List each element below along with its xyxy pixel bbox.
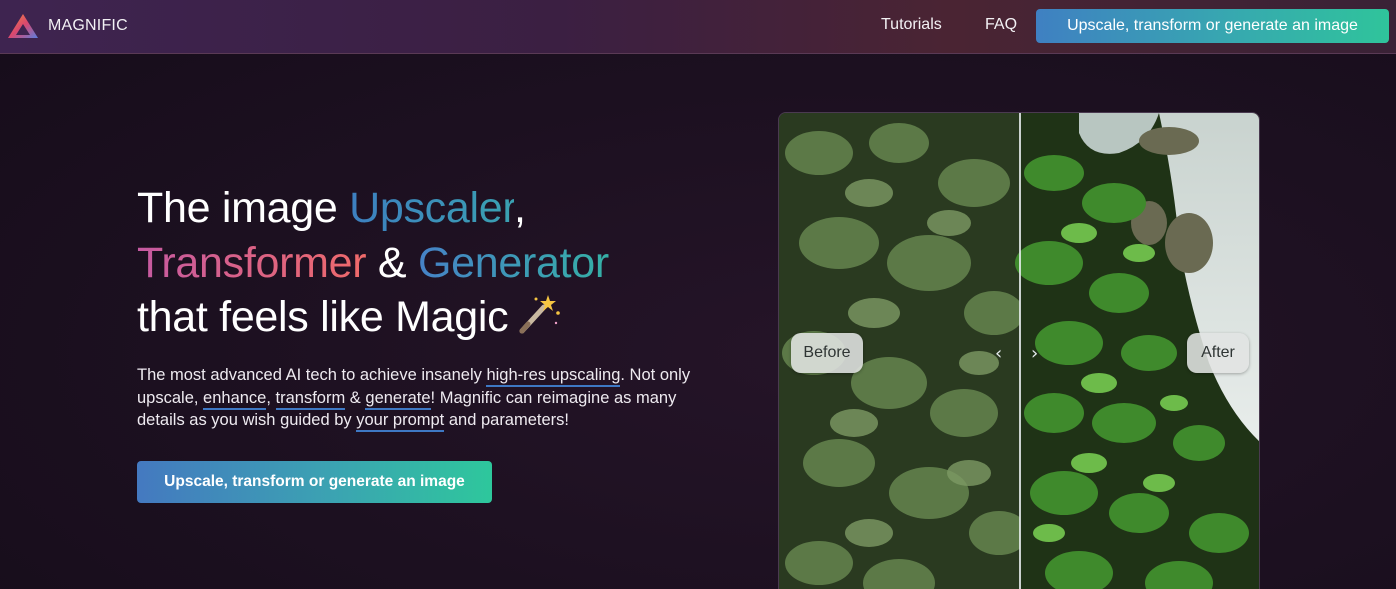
- link-transform[interactable]: transform: [275, 388, 346, 410]
- chevron-right-icon[interactable]: ›: [1031, 343, 1038, 364]
- brand-name: MAGNIFIC: [48, 17, 128, 34]
- link-generate[interactable]: generate: [365, 388, 431, 410]
- desc-text: &: [345, 388, 366, 407]
- title-text-2: ,: [514, 184, 526, 232]
- desc-text: ,: [266, 388, 276, 407]
- brand[interactable]: MAGNIFIC: [6, 12, 128, 40]
- link-enhance[interactable]: enhance: [203, 388, 267, 410]
- top-navbar: MAGNIFIC Tutorials FAQ Upscale, transfor…: [0, 0, 1396, 54]
- nav-tutorials-link[interactable]: Tutorials: [881, 16, 942, 34]
- hero-title: The image Upscaler, Transformer & Genera…: [137, 181, 697, 345]
- link-your-prompt[interactable]: your prompt: [356, 411, 445, 432]
- magic-wand-icon: [519, 295, 561, 334]
- before-after-comparison[interactable]: ‹ › Before After: [778, 112, 1260, 589]
- triangle-logo-icon: [8, 14, 38, 38]
- nav-faq-link[interactable]: FAQ: [985, 16, 1017, 34]
- header-cta-button[interactable]: Upscale, transform or generate an image: [1036, 9, 1389, 43]
- hero-description: The most advanced AI tech to achieve ins…: [137, 364, 697, 432]
- title-text-3: &: [366, 238, 418, 287]
- desc-text: The most advanced AI tech to achieve ins…: [137, 366, 487, 384]
- title-highlight-transformer: Transformer: [137, 238, 367, 287]
- title-highlight-upscaler: Upscaler: [349, 184, 515, 232]
- desc-text: and parameters!: [444, 411, 569, 429]
- chevron-left-icon[interactable]: ‹: [995, 343, 1002, 364]
- comparison-divider-handle[interactable]: [1019, 113, 1021, 589]
- before-label: Before: [791, 333, 863, 373]
- link-high-res-upscaling[interactable]: high-res upscaling: [486, 366, 621, 387]
- title-text-1: The image: [137, 184, 350, 232]
- after-label: After: [1187, 333, 1249, 373]
- hero-cta-button[interactable]: Upscale, transform or generate an image: [137, 461, 492, 503]
- title-highlight-generator: Generator: [417, 238, 609, 287]
- title-text-4: that feels like Magic: [137, 293, 509, 341]
